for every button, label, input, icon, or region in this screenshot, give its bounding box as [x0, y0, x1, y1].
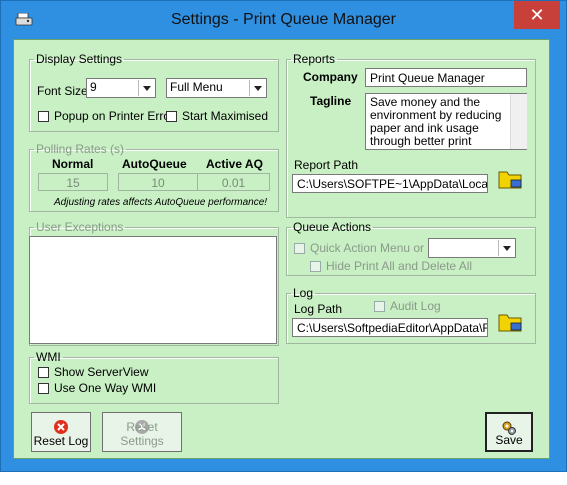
polling-note: Adjusting rates affects AutoQueue perfor… [54, 197, 268, 208]
reports-legend: Reports [293, 52, 336, 66]
quick-action-checkbox[interactable] [294, 243, 305, 254]
audit-log-checkbox[interactable] [374, 301, 385, 312]
hide-print-checkbox[interactable] [310, 261, 321, 272]
menu-mode-select[interactable]: Full Menu [166, 78, 267, 98]
polling-rates-legend: Polling Rates (s) [36, 142, 125, 156]
wmi-legend: WMI [36, 350, 61, 364]
font-size-label: Font Size [37, 84, 88, 98]
start-max-checkbox[interactable] [166, 111, 177, 122]
popup-error-label: Popup on Printer Error [54, 109, 175, 123]
client-area: Display Settings Font Size 9 Full Menu P… [13, 39, 550, 459]
tagline-label: Tagline [310, 94, 352, 108]
chevron-down-icon[interactable] [498, 240, 514, 256]
folder-icon[interactable] [497, 167, 523, 191]
hide-print-label: Hide Print All and Delete All [326, 259, 473, 273]
log-path-label: Log Path [294, 302, 343, 316]
log-path-input[interactable]: C:\Users\SoftpediaEditor\AppData\Roa [292, 318, 488, 337]
autoqueue-rate-input[interactable]: 10 [118, 173, 198, 191]
font-size-value: 9 [90, 80, 97, 94]
settings-window: Settings - Print Queue Manager ✕ Display… [0, 0, 567, 472]
chevron-down-icon[interactable] [138, 80, 154, 96]
close-button[interactable]: ✕ [514, 1, 560, 29]
one-way-wmi-label: Use One Way WMI [54, 381, 157, 395]
active-aq-rate-input[interactable]: 0.01 [198, 173, 270, 191]
red-x-icon [54, 420, 68, 434]
show-serverview-label: Show ServerView [54, 365, 149, 379]
report-path-label: Report Path [294, 158, 359, 172]
reset-log-label: Reset Log [33, 434, 89, 448]
one-way-wmi-checkbox[interactable] [38, 383, 49, 394]
start-max-label: Start Maximised [182, 109, 269, 123]
active-aq-header: Active AQ [206, 157, 263, 171]
save-label: Save [495, 433, 523, 447]
show-serverview-checkbox[interactable] [38, 367, 49, 378]
save-button[interactable]: Save [485, 412, 533, 452]
reset-settings-button[interactable]: Reset Settings [102, 412, 182, 452]
queue-actions-legend: Queue Actions [293, 220, 372, 234]
reset-log-button[interactable]: Reset Log [31, 412, 91, 452]
quick-action-label: Quick Action Menu or [310, 241, 425, 255]
popup-error-checkbox[interactable] [38, 111, 49, 122]
normal-header: Normal [52, 157, 94, 171]
company-label: Company [303, 70, 358, 84]
quick-action-select[interactable] [428, 238, 516, 258]
menu-mode-value: Full Menu [170, 80, 223, 94]
autoqueue-header: AutoQueue [122, 157, 187, 171]
report-path-input[interactable]: C:\Users\SOFTPE~1\AppData\Local\T [292, 174, 488, 193]
log-legend: Log [293, 286, 314, 300]
window-title: Settings - Print Queue Manager [170, 11, 396, 28]
title-bar[interactable]: Settings - Print Queue Manager ✕ [1, 1, 566, 39]
user-exceptions-legend: User Exceptions [36, 220, 124, 234]
audit-log-label: Audit Log [390, 299, 441, 313]
display-settings-legend: Display Settings [36, 52, 123, 66]
chevron-down-icon[interactable] [249, 80, 265, 96]
tagline-textarea[interactable]: Save money and the environment by reduci… [365, 93, 527, 150]
reset-settings-label: Reset Settings [120, 420, 164, 448]
font-size-select[interactable]: 9 [86, 78, 156, 98]
user-exceptions-list[interactable] [29, 236, 277, 344]
normal-rate-input[interactable]: 15 [38, 173, 108, 191]
company-input[interactable]: Print Queue Manager [365, 68, 527, 87]
tagline-scrollbar[interactable] [510, 94, 527, 149]
folder-icon[interactable] [497, 310, 523, 334]
